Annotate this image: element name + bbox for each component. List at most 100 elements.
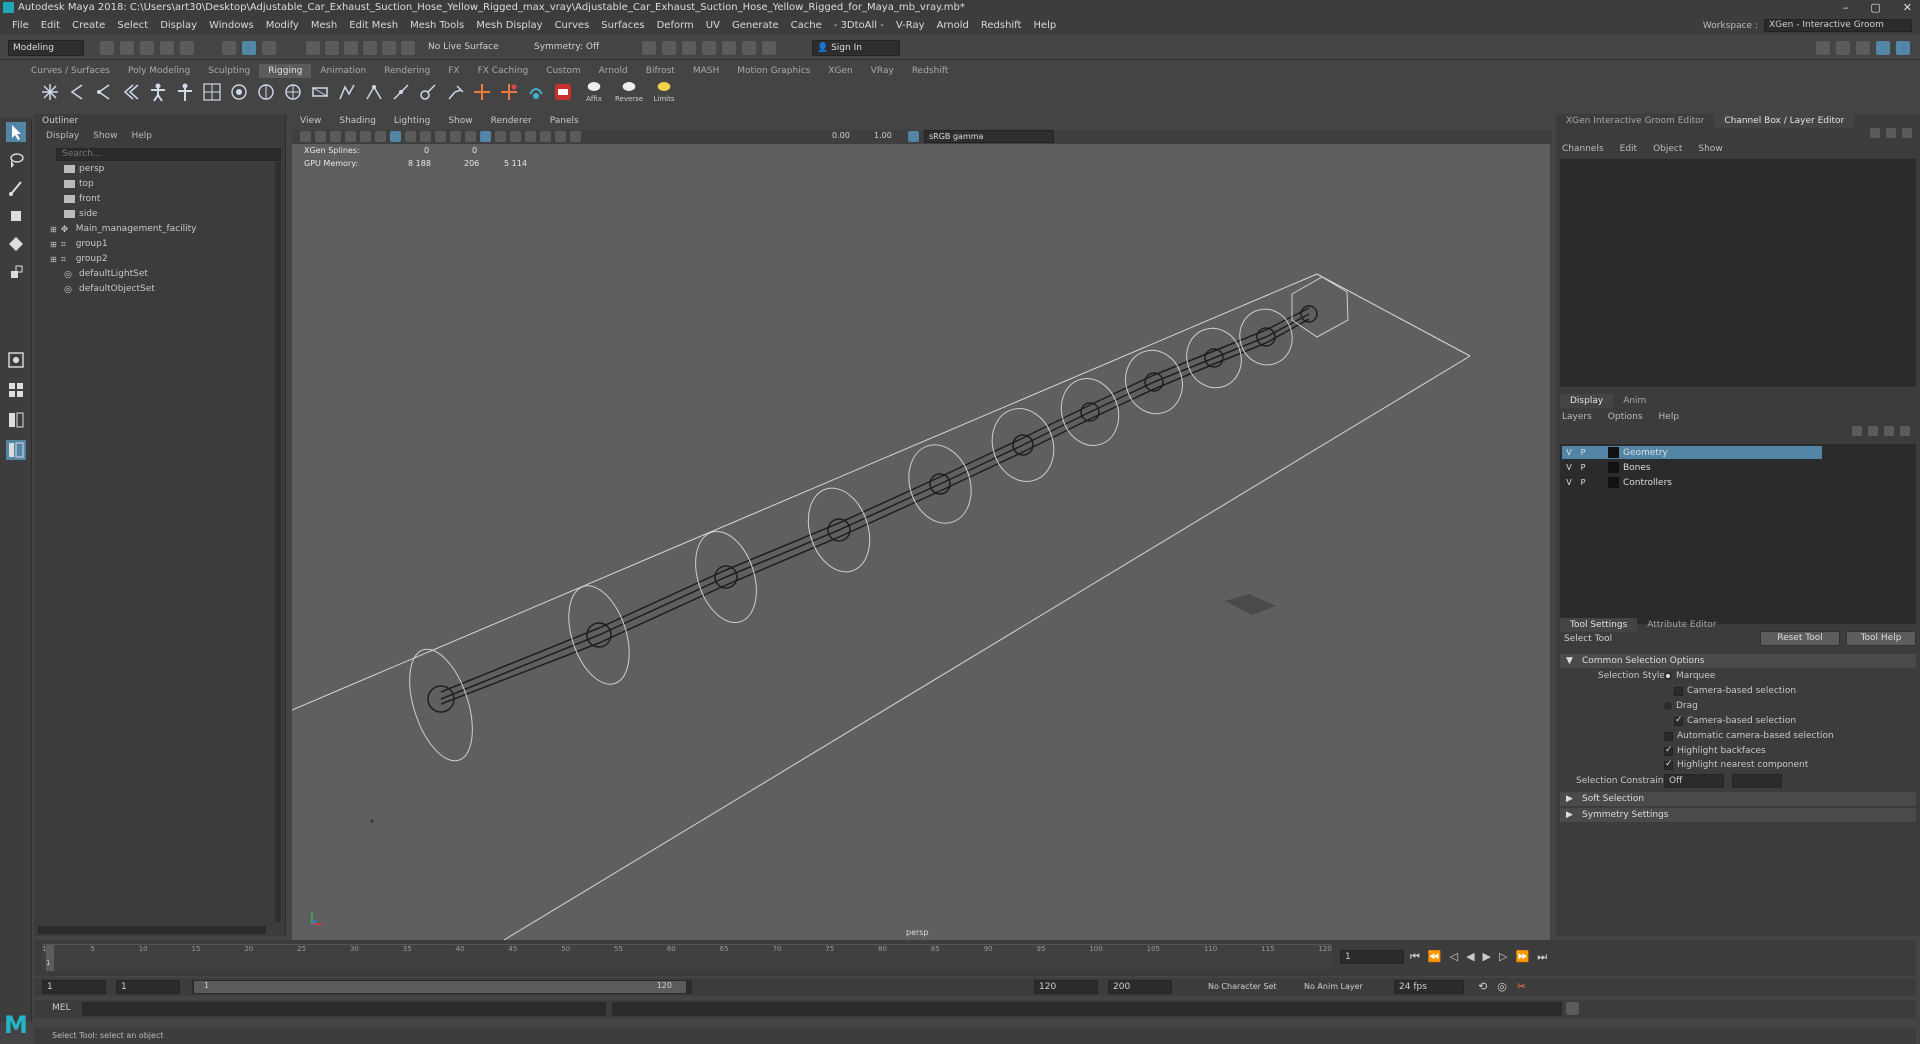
smooth-bind-icon[interactable]	[229, 82, 249, 102]
tab-tool-settings[interactable]: Tool Settings	[1560, 618, 1638, 632]
menu-display[interactable]: Display	[154, 20, 203, 31]
menu-uv[interactable]: UV	[700, 20, 726, 31]
xray-icon[interactable]	[465, 131, 476, 142]
animation-prefs-icon[interactable]: ✂	[1517, 980, 1526, 993]
shelf-tab-xgen[interactable]: XGen	[819, 64, 861, 78]
playback-end-field[interactable]: 120	[1034, 980, 1098, 994]
shelf-tab-vray[interactable]: VRay	[862, 64, 903, 78]
go-to-start-icon[interactable]: ⏮	[1410, 950, 1420, 964]
isolate-select-icon[interactable]	[495, 131, 506, 142]
step-forward-frame-icon[interactable]: ▷	[1499, 950, 1507, 964]
image-plane-icon[interactable]	[345, 131, 356, 142]
film-gate-icon[interactable]	[375, 131, 386, 142]
wrap-deformer-icon[interactable]	[283, 82, 303, 102]
outliner-item-default-object-set[interactable]: ◎ defaultObjectSet	[64, 284, 155, 295]
shelf-tab-motion-graphics[interactable]: Motion Graphics	[728, 64, 819, 78]
play-forwards-icon[interactable]: ▶	[1483, 950, 1491, 964]
channel-box-key-icon[interactable]	[1870, 128, 1880, 138]
bend-deformer-icon[interactable]	[445, 82, 465, 102]
shelf-tab-fx[interactable]: FX	[439, 64, 468, 78]
shelf-tab-redshift[interactable]: Redshift	[903, 64, 958, 78]
expand-icon[interactable]: ⊞	[50, 225, 57, 234]
drag-radio[interactable]	[1664, 702, 1672, 710]
lattice-icon[interactable]	[337, 82, 357, 102]
close-button[interactable]: ✕	[1903, 0, 1912, 16]
layer-visibility-toggle[interactable]: V	[1562, 477, 1576, 488]
range-slider-track[interactable]: 1 120	[192, 980, 692, 994]
marquee-option[interactable]: Marquee	[1664, 671, 1715, 681]
shelf-tab-sculpting[interactable]: Sculpting	[199, 64, 259, 78]
highlight-backfaces[interactable]: Highlight backfaces	[1664, 745, 1766, 756]
color-space-dropdown[interactable]: sRGB gamma	[924, 130, 1054, 143]
tab-xgen-groom-editor[interactable]: XGen Interactive Groom Editor	[1556, 114, 1714, 128]
locator-icon[interactable]	[472, 82, 492, 102]
step-forward-key-icon[interactable]: ⏩	[1515, 950, 1529, 964]
menu-mesh-display[interactable]: Mesh Display	[470, 20, 548, 31]
snap-point-icon[interactable]	[344, 41, 358, 55]
reset-tool-button[interactable]: Reset Tool	[1760, 631, 1840, 646]
animation-end-field[interactable]: 200	[1108, 980, 1172, 994]
new-scene-icon[interactable]	[100, 41, 114, 55]
menu-vray[interactable]: V-Ray	[890, 20, 931, 31]
automatic-camera-based-selection[interactable]: Automatic camera-based selection	[1664, 731, 1834, 741]
ik-spline-icon[interactable]	[94, 82, 114, 102]
sign-in-dropdown[interactable]: 👤 Sign In	[812, 40, 900, 56]
menu-edit-mesh[interactable]: Edit Mesh	[343, 20, 404, 31]
render-settings-icon[interactable]	[702, 41, 716, 55]
step-back-frame-icon[interactable]: ◁	[1450, 950, 1458, 964]
viewport-menu-panels[interactable]: Panels	[550, 116, 579, 130]
undo-icon[interactable]	[160, 41, 174, 55]
tool-settings-icon[interactable]	[1876, 41, 1890, 55]
channel-box-area[interactable]	[1560, 159, 1916, 387]
highlight-nearest-component[interactable]: Highlight nearest component	[1664, 759, 1808, 770]
select-hierarchy-icon[interactable]	[222, 41, 236, 55]
shelf-tab-poly-modeling[interactable]: Poly Modeling	[119, 64, 199, 78]
render-frame-icon[interactable]	[662, 41, 676, 55]
menu-mesh[interactable]: Mesh	[305, 20, 343, 31]
channel-menu-object[interactable]: Object	[1653, 144, 1682, 154]
outliner-item-side[interactable]: side	[64, 209, 97, 219]
menu-curves[interactable]: Curves	[549, 20, 596, 31]
channel-box-icon[interactable]	[1896, 41, 1910, 55]
layer-color-swatch[interactable]	[1608, 462, 1619, 473]
shelf-tab-arnold[interactable]: Arnold	[590, 64, 637, 78]
layer-type-toggle[interactable]	[1590, 477, 1604, 488]
channel-box-pin-icon[interactable]	[1902, 128, 1912, 138]
outliner-menu-show[interactable]: Show	[93, 131, 117, 141]
sculpt-deformer-icon[interactable]	[391, 82, 411, 102]
shelf-tab-rendering[interactable]: Rendering	[375, 64, 439, 78]
layer-type-toggle[interactable]	[1590, 462, 1604, 473]
loop-icon[interactable]: ⟲	[1478, 980, 1487, 993]
new-layer-selected-icon[interactable]	[1900, 426, 1910, 436]
viewport-menu-shading[interactable]: Shading	[339, 116, 376, 130]
move-layer-up-icon[interactable]	[1852, 426, 1862, 436]
depth-of-field-icon[interactable]	[555, 131, 566, 142]
soft-mod-icon[interactable]	[418, 82, 438, 102]
select-component-icon[interactable]	[262, 41, 276, 55]
drag-option[interactable]: Drag	[1664, 701, 1698, 711]
menu-3dtoall[interactable]: - 3DtoAll -	[828, 20, 890, 31]
exposure-field[interactable]: 0.00	[832, 131, 850, 140]
camera-based-checkbox-1[interactable]	[1674, 686, 1683, 696]
affix-tool[interactable]: Affix	[580, 80, 608, 104]
layer-playback-toggle[interactable]: P	[1576, 477, 1590, 488]
highlight-nearest-checkbox[interactable]	[1664, 759, 1673, 770]
tab-anim-layers[interactable]: Anim	[1613, 394, 1656, 408]
menu-modify[interactable]: Modify	[260, 20, 305, 31]
modeling-toolkit-icon[interactable]	[1816, 41, 1830, 55]
camera-attributes-icon[interactable]	[315, 131, 326, 142]
menu-cache[interactable]: Cache	[785, 20, 828, 31]
tab-channel-box-layer-editor[interactable]: Channel Box / Layer Editor	[1714, 114, 1855, 128]
layer-visibility-toggle[interactable]: V	[1562, 462, 1576, 473]
shelf-tab-animation[interactable]: Animation	[311, 64, 375, 78]
open-scene-icon[interactable]	[120, 41, 134, 55]
shelf-tab-bifrost[interactable]: Bifrost	[637, 64, 684, 78]
character-set-dropdown[interactable]: No Character Set	[1208, 982, 1277, 991]
menu-help[interactable]: Help	[1027, 20, 1062, 31]
outliner-item-group1[interactable]: ⊞ ⌗ group1	[50, 239, 108, 250]
fps-dropdown[interactable]: 24 fps	[1394, 980, 1464, 994]
snap-pivot-icon[interactable]	[401, 41, 415, 55]
motion-blur-icon[interactable]	[525, 131, 536, 142]
scale-tool-icon[interactable]	[6, 262, 26, 282]
soft-selection-header[interactable]: ▶ Soft Selection	[1560, 792, 1916, 806]
